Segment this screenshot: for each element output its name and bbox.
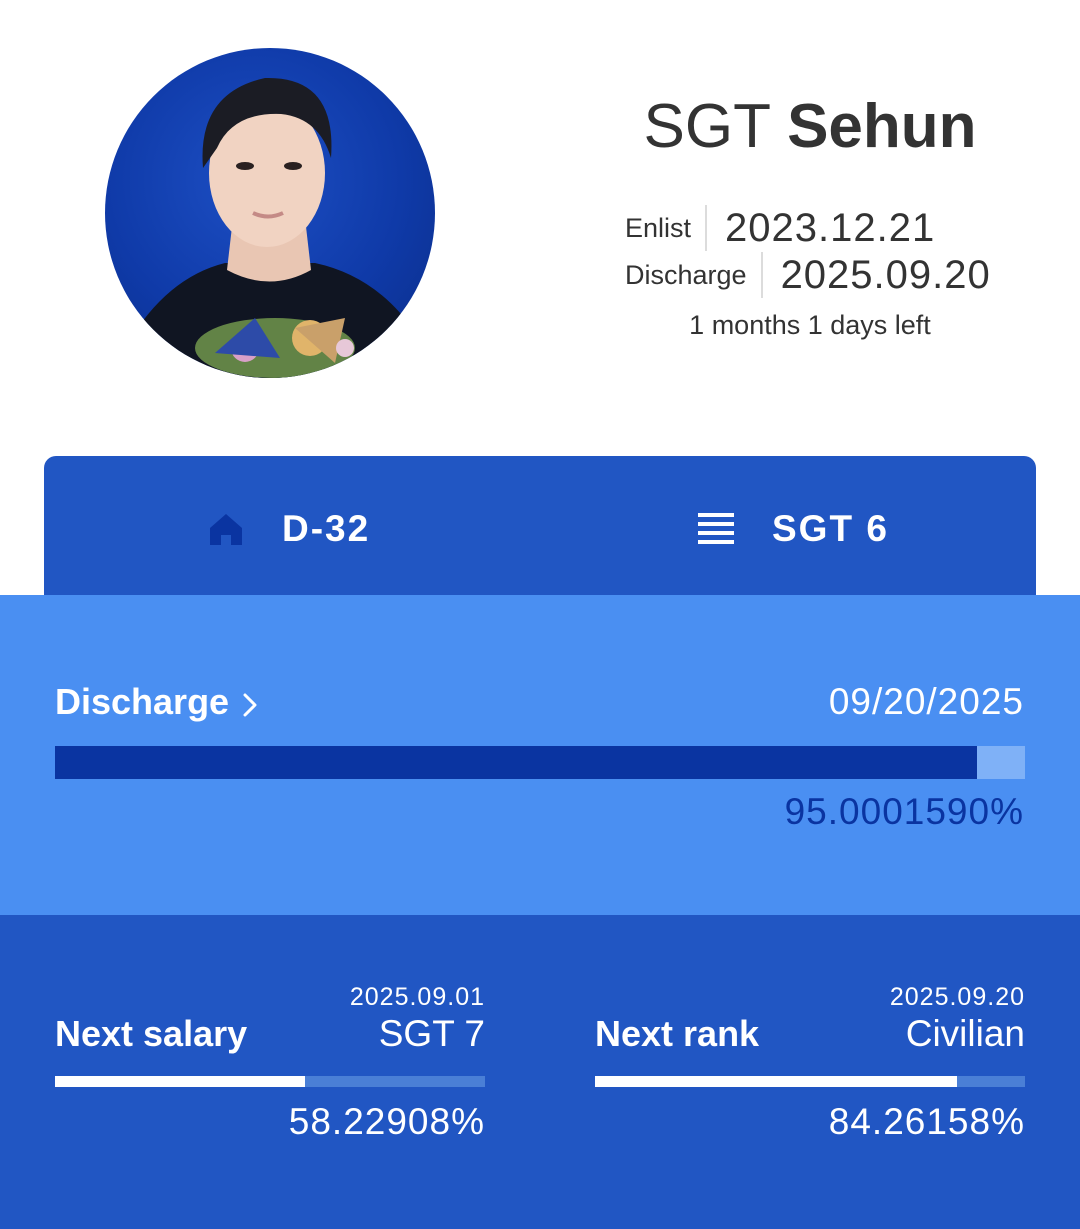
tab-rank[interactable]: SGT 6 [696,456,889,601]
home-icon [206,509,246,549]
next-rank-percent: 84.26158% [828,1101,1025,1142]
tab-bar: D-32 SGT 6 [44,456,1036,601]
menu-icon [696,509,736,549]
next-rank-card: 2025.09.20 Next rank Civilian 84.26158% [595,915,1025,1229]
discharge-progress-fill [55,746,977,779]
chevron-right-icon [241,687,259,717]
discharge-date: 2025.09.20 [780,252,991,297]
profile-name-text: Sehun [787,92,977,161]
profile-avatar [105,48,435,378]
discharge-target-date: 09/20/2025 [828,681,1024,722]
discharge-link[interactable]: Discharge [55,681,259,723]
progress-cards: 2025.09.01 Next salary SGT 7 58.22908% 2… [0,915,1080,1229]
discharge-percent: 95.0001590% [784,791,1024,832]
discharge-row: Discharge 2025.09.20 [625,252,991,298]
profile-rank: SGT [643,92,770,161]
next-salary-value: SGT 7 [378,1013,485,1054]
next-salary-title: Next salary [55,1013,248,1054]
enlist-row: Enlist 2023.12.21 [625,205,935,251]
discharge-label: Discharge [625,259,747,290]
tab-rank-label: SGT 6 [772,507,889,549]
enlist-date: 2023.12.21 [725,205,936,250]
next-rank-date: 2025.09.20 [889,983,1025,1011]
next-salary-date: 2025.09.01 [349,983,485,1011]
next-rank-progress-bar [595,1076,1025,1087]
next-salary-percent: 58.22908% [288,1101,485,1142]
divider [705,205,708,251]
next-rank-value: Civilian [905,1013,1025,1054]
time-left: 1 months 1 days left [689,310,931,340]
next-rank-progress-fill [595,1076,958,1087]
tab-d-day[interactable]: D-32 [206,456,370,601]
next-salary-card: 2025.09.01 Next salary SGT 7 58.22908% [55,915,485,1229]
discharge-panel: Discharge 09/20/2025 95.0001590% [0,595,1080,915]
tab-d-day-label: D-32 [282,507,371,549]
next-rank-title: Next rank [595,1013,760,1054]
profile-name: SGT Sehun [560,92,1060,162]
next-salary-progress-fill [55,1076,306,1087]
discharge-title: Discharge [55,681,230,722]
enlist-label: Enlist [625,212,692,243]
discharge-progress-bar [55,746,1025,779]
divider [760,252,763,298]
next-salary-progress-bar [55,1076,485,1087]
